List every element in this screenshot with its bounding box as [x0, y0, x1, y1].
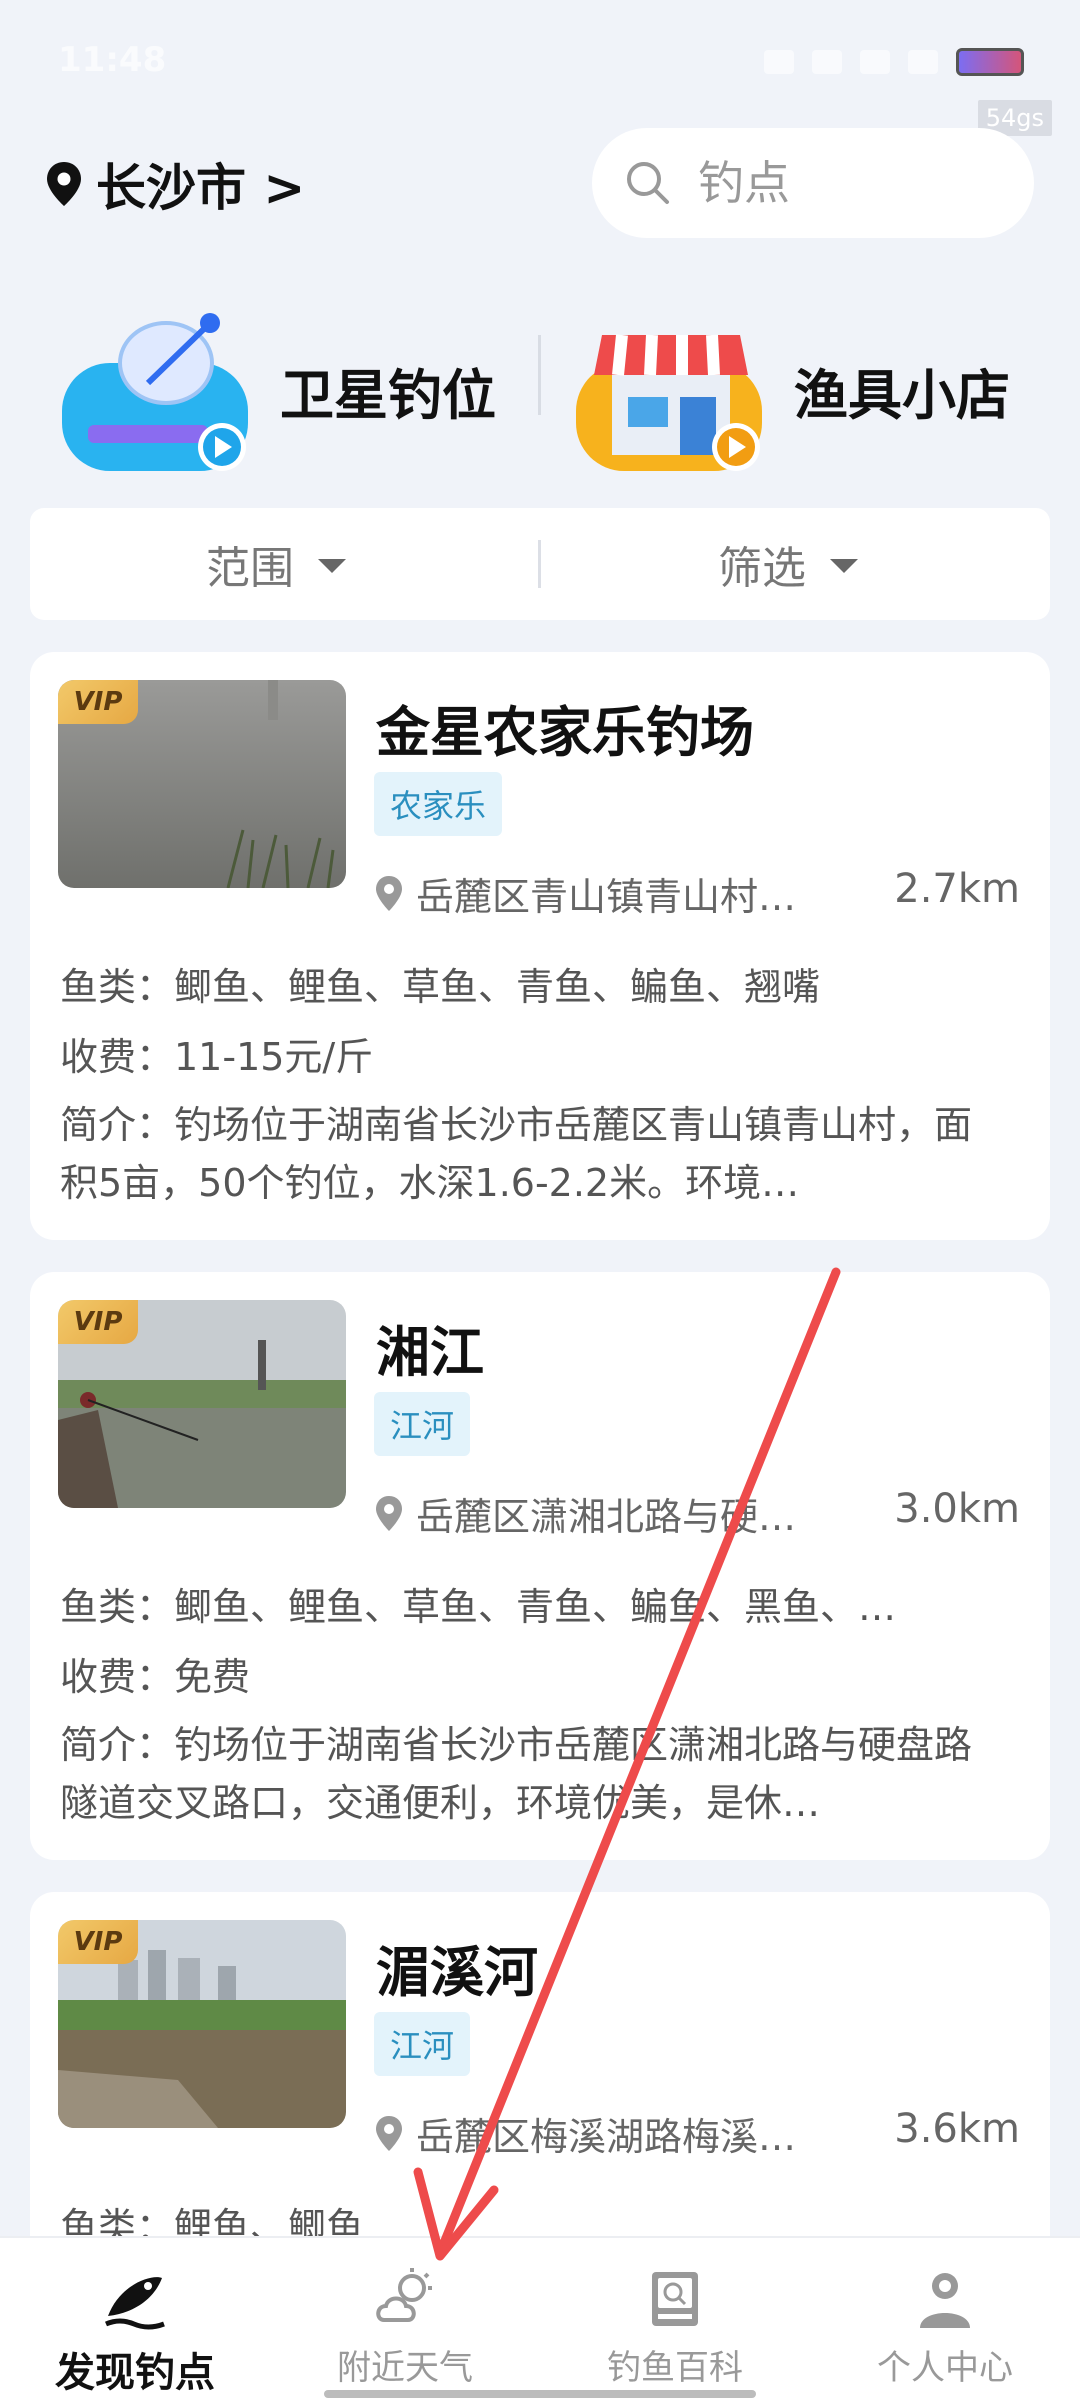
spot-address: 岳麓区梅溪湖路梅溪… [374, 2106, 796, 2161]
city-label: 长沙市 > [96, 159, 306, 217]
encyclopedia-icon [652, 2272, 698, 2326]
spot-address-text: 岳麓区潇湘北路与硬… [416, 1495, 797, 1539]
home-indicator [324, 2390, 756, 2398]
status-time: 11:48 [58, 40, 167, 80]
signal-icon [812, 50, 842, 74]
spot-type-tag: 农家乐 [374, 772, 503, 836]
satellite-spot-label: 卫星钓位 [280, 363, 496, 427]
filter-divider [538, 540, 541, 588]
nav-encyclopedia-label: 钓鱼百科 [607, 2348, 743, 2388]
nav-weather[interactable]: 附近天气 [270, 2238, 540, 2408]
screen-filter[interactable]: 筛选 [718, 508, 858, 620]
satellite-spot-button[interactable]: 卫星钓位 [58, 290, 496, 490]
location-pin-icon [376, 1495, 402, 1531]
nav-discover-label: 发现钓点 [55, 2350, 215, 2396]
spot-type-tag: 江河 [374, 2012, 471, 2076]
spot-name: 湄溪河 [376, 1941, 538, 2004]
spot-intro: 简介：钓场位于湖南省长沙市岳麓区潇湘北路与硬盘路隧道交叉路口，交通便利，环境优美… [60, 1723, 973, 1825]
spot-address: 岳麓区潇湘北路与硬… [374, 1486, 796, 1541]
bottom-nav: 发现钓点 附近天气 钓鱼百科 个人中心 [0, 2236, 1080, 2408]
caret-down-icon [830, 559, 858, 573]
spot-fish-types: 鱼类：鲫鱼、鲤鱼、草鱼、青鱼、鳊鱼、黑鱼、… [60, 1585, 897, 1629]
search-input[interactable] [698, 156, 978, 210]
spot-photo: VIP [58, 680, 346, 888]
spot-fee: 收费：11-15元/斤 [60, 1035, 374, 1079]
spot-fish-types: 鱼类：鲫鱼、鲤鱼、草鱼、青鱼、鳊鱼、翘嘴 [60, 965, 821, 1009]
city-selector[interactable]: 长沙市 > [44, 148, 305, 220]
nav-profile[interactable]: 个人中心 [810, 2238, 1080, 2408]
spot-address-text: 岳麓区梅溪湖路梅溪… [416, 2115, 797, 2159]
vip-badge: VIP [58, 1920, 138, 1964]
spot-distance: 3.0km [894, 1486, 1020, 1532]
spot-photo: VIP [58, 1920, 346, 2128]
vip-badge: VIP [58, 1300, 138, 1344]
spot-address: 岳麓区青山镇青山村… [374, 866, 796, 921]
bluetooth-icon [764, 50, 794, 74]
spot-address-text: 岳麓区青山镇青山村… [416, 875, 797, 919]
spot-name: 湘江 [376, 1321, 484, 1384]
tackle-shop-label: 渔具小店 [794, 363, 1010, 427]
profile-icon [920, 2273, 970, 2328]
sim-icon [860, 50, 890, 74]
feature-divider [538, 335, 541, 415]
spot-photo: VIP [58, 1300, 346, 1508]
spot-card[interactable]: VIP 金星农家乐钓场 农家乐 岳麓区青山镇青山村… 2.7km 鱼类：鲫鱼、鲤… [30, 652, 1050, 1240]
screen-filter-label: 筛选 [718, 543, 806, 594]
range-filter-label: 范围 [206, 543, 294, 594]
spot-intro: 简介：钓场位于湖南省长沙市岳麓区青山镇青山村，面积5亩，50个钓位，水深1.6-… [60, 1103, 973, 1205]
status-bar: 11:48 54gs [0, 0, 1080, 136]
nav-weather-label: 附近天气 [337, 2348, 473, 2388]
location-pin-icon [376, 2115, 402, 2151]
shop-icon [576, 334, 762, 471]
search-bar[interactable] [592, 128, 1034, 238]
feature-banners: 卫星钓位 渔具小店 [0, 290, 1080, 490]
spot-card[interactable]: VIP 湘江 江河 岳麓区潇湘北路与硬… 3.0km 鱼类：鲫鱼、鲤鱼、草鱼、青… [30, 1272, 1050, 1860]
spot-fee: 收费：免费 [60, 1655, 251, 1699]
filter-bar: 范围 筛选 [30, 508, 1050, 620]
nav-profile-label: 个人中心 [877, 2348, 1013, 2388]
caret-down-icon [318, 559, 346, 573]
satellite-dish-icon [62, 313, 248, 471]
spot-type-tag: 江河 [374, 1392, 471, 1456]
status-icons [764, 48, 1024, 76]
weather-icon [376, 2268, 432, 2322]
spot-card[interactable]: VIP 湄溪河 江河 岳麓区梅溪湖路梅溪… 3.6km 鱼类：鲤鱼、鲫鱼 [30, 1892, 1050, 2292]
location-pin-icon [47, 162, 81, 206]
header: 长沙市 > [0, 128, 1080, 238]
nav-encyclopedia[interactable]: 钓鱼百科 [540, 2238, 810, 2408]
battery-icon [956, 48, 1024, 76]
spot-name: 金星农家乐钓场 [376, 701, 754, 764]
location-pin-icon [376, 875, 402, 911]
spot-distance: 2.7km [894, 866, 1020, 912]
range-filter[interactable]: 范围 [206, 508, 346, 620]
nav-discover[interactable]: 发现钓点 [0, 2238, 270, 2408]
spot-distance: 3.6km [894, 2106, 1020, 2152]
vip-badge: VIP [58, 680, 138, 724]
wifi-icon [908, 50, 938, 74]
tackle-shop-button[interactable]: 渔具小店 [572, 290, 1010, 490]
search-icon [627, 162, 669, 204]
fish-icon [105, 2277, 165, 2330]
